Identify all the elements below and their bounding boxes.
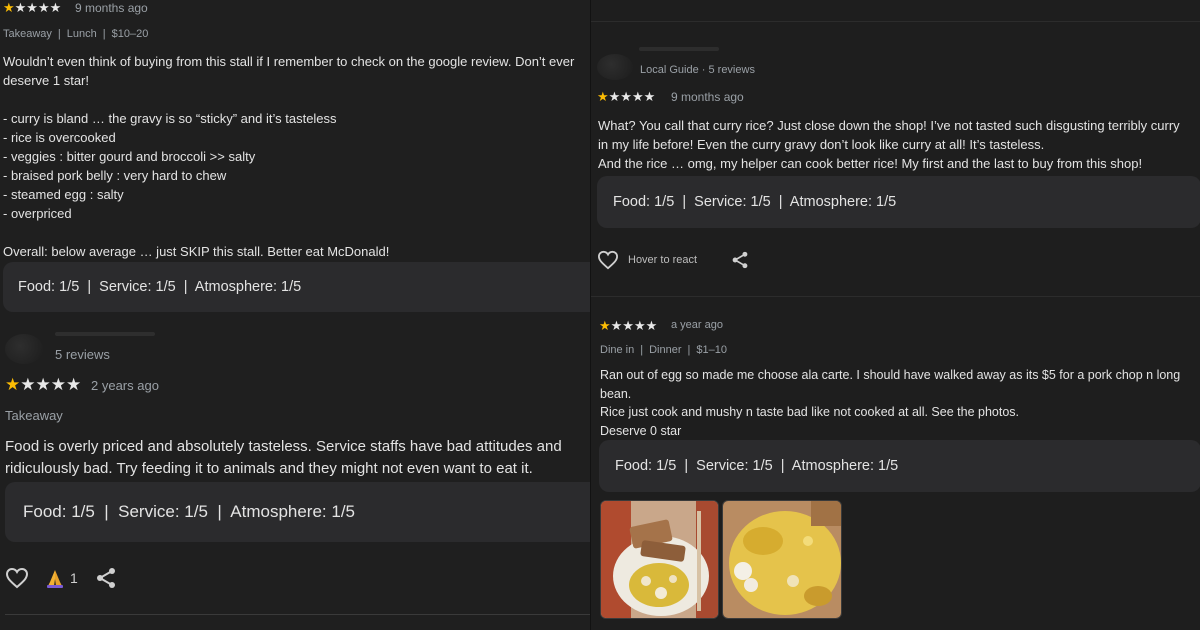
review3-time: 9 months ago: [671, 90, 744, 104]
star-filled-icon: ★: [597, 89, 609, 104]
review1-text: Wouldn’t even think of buying from this …: [3, 54, 575, 259]
heart-icon[interactable]: [5, 567, 29, 589]
review2-ratings: Food: 1/5 | Service: 1/5 | Atmosphere: 1…: [5, 482, 590, 542]
reaction-count: 1: [70, 570, 78, 586]
star-empty-icons: ★★★★: [610, 318, 658, 333]
review4-meta-meal: Dinner: [649, 344, 682, 356]
review2-text: Food is overly priced and absolutely tas…: [5, 438, 562, 477]
review4-stars: ★★★★★: [599, 318, 657, 334]
review1-meta-meal: Lunch: [66, 28, 97, 40]
avatar[interactable]: [5, 334, 43, 364]
reviewer-name-blurred[interactable]: [639, 47, 719, 51]
share-icon[interactable]: [731, 251, 749, 269]
review4-ratings: Food: 1/5 | Service: 1/5 | Atmosphere: 1…: [599, 440, 1200, 492]
review3-ratings-text: Food: 1/5 | Service: 1/5 | Atmosphere: 1…: [613, 194, 897, 210]
meta-separator: |: [57, 28, 61, 40]
review3-reviewer-stats: Local Guide · 5 reviews: [640, 64, 755, 76]
review4-time: a year ago: [671, 319, 723, 331]
star-filled-icon: ★: [5, 375, 21, 394]
meta-separator: |: [687, 344, 691, 356]
review1-meta-service: Takeaway: [3, 28, 52, 40]
right-review-panel: Local Guide · 5 reviews ★★★★★ 9 months a…: [590, 0, 1200, 630]
review4-meta-price: $1–10: [696, 344, 727, 356]
review4-meta-service: Dine in: [600, 344, 635, 356]
review2-reviewer-stats: 5 reviews: [55, 347, 110, 362]
star-empty-icons: ★★★★: [20, 375, 82, 394]
review1-meta-price: $10–20: [111, 28, 149, 40]
review4-ratings-text: Food: 1/5 | Service: 1/5 | Atmosphere: 1…: [615, 458, 899, 474]
divider: [591, 296, 1200, 297]
review-photo[interactable]: [722, 500, 842, 619]
meta-separator: |: [102, 28, 106, 40]
review3-stars: ★★★★★: [597, 89, 655, 105]
review1-ratings: Food: 1/5 | Service: 1/5 | Atmosphere: 1…: [3, 262, 590, 312]
review1-time: 9 months ago: [75, 1, 148, 15]
review4-meta: Dine in | Dinner | $1–10: [600, 344, 727, 356]
hover-to-react-button[interactable]: Hover to react: [597, 250, 697, 270]
reaction-button[interactable]: 1: [44, 567, 78, 589]
star-filled-icon: ★: [599, 318, 611, 333]
star-filled-icon: ★: [3, 0, 15, 15]
divider: [5, 614, 590, 615]
review2-ratings-text: Food: 1/5 | Service: 1/5 | Atmosphere: 1…: [23, 502, 356, 521]
review1-stars: ★★★★★: [3, 0, 61, 16]
share-icon[interactable]: [95, 567, 117, 589]
star-empty-icons: ★★★★: [14, 0, 62, 15]
review2-stars: ★★★★★: [5, 375, 81, 395]
review-photo[interactable]: [600, 500, 719, 619]
review2-time: 2 years ago: [91, 378, 159, 393]
reviewer-name-blurred[interactable]: [55, 332, 155, 336]
review2-meta: Takeaway: [5, 408, 63, 423]
meta-separator: |: [640, 344, 644, 356]
avatar[interactable]: [597, 54, 633, 80]
review4-text: Ran out of egg so made me choose ala car…: [600, 368, 1181, 438]
review1-meta: Takeaway | Lunch | $10–20: [3, 28, 148, 40]
heart-icon: [597, 250, 619, 270]
praying-hands-icon: [44, 567, 66, 589]
divider: [591, 21, 1200, 22]
hover-to-react-label: Hover to react: [628, 254, 698, 266]
review3-text: What? You call that curry rice? Just clo…: [598, 118, 1180, 171]
star-empty-icons: ★★★★: [608, 89, 656, 104]
review1-ratings-text: Food: 1/5 | Service: 1/5 | Atmosphere: 1…: [18, 279, 302, 295]
left-review-panel: ★★★★★ 9 months ago Takeaway | Lunch | $1…: [0, 0, 590, 630]
review3-ratings: Food: 1/5 | Service: 1/5 | Atmosphere: 1…: [597, 176, 1200, 228]
